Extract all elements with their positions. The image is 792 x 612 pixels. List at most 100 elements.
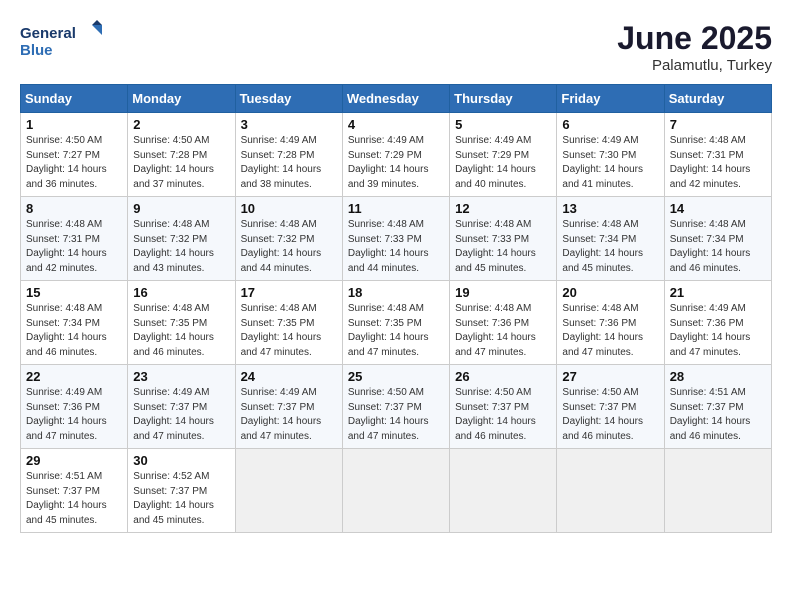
calendar-cell: 27 Sunrise: 4:50 AM Sunset: 7:37 PM Dayl… — [557, 365, 664, 449]
day-info: Sunrise: 4:48 AM Sunset: 7:35 PM Dayligh… — [348, 302, 444, 360]
day-info: Sunrise: 4:49 AM Sunset: 7:29 PM Dayligh… — [348, 134, 444, 192]
day-info: Sunrise: 4:48 AM Sunset: 7:35 PM Dayligh… — [133, 302, 229, 360]
day-number: 22 — [26, 369, 122, 384]
day-info: Sunrise: 4:48 AM Sunset: 7:34 PM Dayligh… — [562, 218, 658, 276]
day-info: Sunrise: 4:50 AM Sunset: 7:37 PM Dayligh… — [562, 386, 658, 444]
calendar-cell: 22 Sunrise: 4:49 AM Sunset: 7:36 PM Dayl… — [21, 365, 128, 449]
day-number: 1 — [26, 117, 122, 132]
day-info: Sunrise: 4:51 AM Sunset: 7:37 PM Dayligh… — [26, 470, 122, 528]
calendar-cell: 4 Sunrise: 4:49 AM Sunset: 7:29 PM Dayli… — [342, 113, 449, 197]
calendar-cell — [235, 449, 342, 533]
day-info: Sunrise: 4:48 AM Sunset: 7:36 PM Dayligh… — [562, 302, 658, 360]
day-header: Tuesday — [235, 85, 342, 113]
day-number: 26 — [455, 369, 551, 384]
day-number: 11 — [348, 201, 444, 216]
day-number: 6 — [562, 117, 658, 132]
day-header: Wednesday — [342, 85, 449, 113]
calendar-cell: 14 Sunrise: 4:48 AM Sunset: 7:34 PM Dayl… — [664, 197, 771, 281]
day-number: 4 — [348, 117, 444, 132]
calendar-cell: 19 Sunrise: 4:48 AM Sunset: 7:36 PM Dayl… — [450, 281, 557, 365]
calendar-cell: 20 Sunrise: 4:48 AM Sunset: 7:36 PM Dayl… — [557, 281, 664, 365]
day-header: Friday — [557, 85, 664, 113]
location-subtitle: Palamutlu, Turkey — [617, 57, 772, 74]
calendar-cell — [342, 449, 449, 533]
day-number: 29 — [26, 453, 122, 468]
day-info: Sunrise: 4:49 AM Sunset: 7:28 PM Dayligh… — [241, 134, 337, 192]
calendar-table: SundayMondayTuesdayWednesdayThursdayFrid… — [20, 84, 772, 533]
calendar-cell: 7 Sunrise: 4:48 AM Sunset: 7:31 PM Dayli… — [664, 113, 771, 197]
calendar-cell: 29 Sunrise: 4:51 AM Sunset: 7:37 PM Dayl… — [21, 449, 128, 533]
day-number: 8 — [26, 201, 122, 216]
day-info: Sunrise: 4:48 AM Sunset: 7:35 PM Dayligh… — [241, 302, 337, 360]
calendar-cell: 16 Sunrise: 4:48 AM Sunset: 7:35 PM Dayl… — [128, 281, 235, 365]
day-header: Saturday — [664, 85, 771, 113]
calendar-cell: 24 Sunrise: 4:49 AM Sunset: 7:37 PM Dayl… — [235, 365, 342, 449]
calendar-cell: 1 Sunrise: 4:50 AM Sunset: 7:27 PM Dayli… — [21, 113, 128, 197]
day-header: Sunday — [21, 85, 128, 113]
day-info: Sunrise: 4:50 AM Sunset: 7:28 PM Dayligh… — [133, 134, 229, 192]
day-info: Sunrise: 4:48 AM Sunset: 7:33 PM Dayligh… — [348, 218, 444, 276]
day-info: Sunrise: 4:50 AM Sunset: 7:37 PM Dayligh… — [455, 386, 551, 444]
calendar-cell: 25 Sunrise: 4:50 AM Sunset: 7:37 PM Dayl… — [342, 365, 449, 449]
day-number: 20 — [562, 285, 658, 300]
logo-svg: General Blue — [20, 20, 110, 65]
calendar-cell: 11 Sunrise: 4:48 AM Sunset: 7:33 PM Dayl… — [342, 197, 449, 281]
calendar-cell: 18 Sunrise: 4:48 AM Sunset: 7:35 PM Dayl… — [342, 281, 449, 365]
day-info: Sunrise: 4:48 AM Sunset: 7:34 PM Dayligh… — [670, 218, 766, 276]
day-info: Sunrise: 4:49 AM Sunset: 7:29 PM Dayligh… — [455, 134, 551, 192]
svg-text:Blue: Blue — [20, 42, 53, 59]
logo: General Blue — [20, 20, 110, 65]
calendar-cell: 2 Sunrise: 4:50 AM Sunset: 7:28 PM Dayli… — [128, 113, 235, 197]
day-info: Sunrise: 4:48 AM Sunset: 7:31 PM Dayligh… — [670, 134, 766, 192]
day-number: 10 — [241, 201, 337, 216]
calendar-cell: 28 Sunrise: 4:51 AM Sunset: 7:37 PM Dayl… — [664, 365, 771, 449]
day-header: Monday — [128, 85, 235, 113]
day-info: Sunrise: 4:49 AM Sunset: 7:37 PM Dayligh… — [133, 386, 229, 444]
day-number: 14 — [670, 201, 766, 216]
month-title: June 2025 — [617, 20, 772, 57]
day-number: 21 — [670, 285, 766, 300]
day-info: Sunrise: 4:51 AM Sunset: 7:37 PM Dayligh… — [670, 386, 766, 444]
calendar-cell: 23 Sunrise: 4:49 AM Sunset: 7:37 PM Dayl… — [128, 365, 235, 449]
calendar-cell: 21 Sunrise: 4:49 AM Sunset: 7:36 PM Dayl… — [664, 281, 771, 365]
page-header: General Blue June 2025 Palamutlu, Turkey — [20, 20, 772, 74]
calendar-cell — [557, 449, 664, 533]
day-number: 12 — [455, 201, 551, 216]
calendar-cell — [450, 449, 557, 533]
calendar-cell: 3 Sunrise: 4:49 AM Sunset: 7:28 PM Dayli… — [235, 113, 342, 197]
day-header: Thursday — [450, 85, 557, 113]
calendar-cell: 17 Sunrise: 4:48 AM Sunset: 7:35 PM Dayl… — [235, 281, 342, 365]
day-number: 28 — [670, 369, 766, 384]
day-number: 5 — [455, 117, 551, 132]
day-info: Sunrise: 4:50 AM Sunset: 7:37 PM Dayligh… — [348, 386, 444, 444]
day-number: 23 — [133, 369, 229, 384]
svg-text:General: General — [20, 25, 76, 42]
calendar-cell: 26 Sunrise: 4:50 AM Sunset: 7:37 PM Dayl… — [450, 365, 557, 449]
day-info: Sunrise: 4:48 AM Sunset: 7:32 PM Dayligh… — [241, 218, 337, 276]
day-info: Sunrise: 4:48 AM Sunset: 7:36 PM Dayligh… — [455, 302, 551, 360]
title-block: June 2025 Palamutlu, Turkey — [617, 20, 772, 74]
day-number: 7 — [670, 117, 766, 132]
day-number: 16 — [133, 285, 229, 300]
day-number: 15 — [26, 285, 122, 300]
calendar-cell: 13 Sunrise: 4:48 AM Sunset: 7:34 PM Dayl… — [557, 197, 664, 281]
calendar-cell: 30 Sunrise: 4:52 AM Sunset: 7:37 PM Dayl… — [128, 449, 235, 533]
calendar-cell: 6 Sunrise: 4:49 AM Sunset: 7:30 PM Dayli… — [557, 113, 664, 197]
day-info: Sunrise: 4:49 AM Sunset: 7:36 PM Dayligh… — [26, 386, 122, 444]
calendar-cell — [664, 449, 771, 533]
day-number: 9 — [133, 201, 229, 216]
calendar-cell: 15 Sunrise: 4:48 AM Sunset: 7:34 PM Dayl… — [21, 281, 128, 365]
day-number: 27 — [562, 369, 658, 384]
day-info: Sunrise: 4:48 AM Sunset: 7:31 PM Dayligh… — [26, 218, 122, 276]
day-info: Sunrise: 4:49 AM Sunset: 7:36 PM Dayligh… — [670, 302, 766, 360]
day-info: Sunrise: 4:49 AM Sunset: 7:30 PM Dayligh… — [562, 134, 658, 192]
day-info: Sunrise: 4:49 AM Sunset: 7:37 PM Dayligh… — [241, 386, 337, 444]
day-number: 25 — [348, 369, 444, 384]
day-number: 17 — [241, 285, 337, 300]
day-info: Sunrise: 4:48 AM Sunset: 7:34 PM Dayligh… — [26, 302, 122, 360]
day-info: Sunrise: 4:52 AM Sunset: 7:37 PM Dayligh… — [133, 470, 229, 528]
day-number: 18 — [348, 285, 444, 300]
day-number: 2 — [133, 117, 229, 132]
day-info: Sunrise: 4:48 AM Sunset: 7:33 PM Dayligh… — [455, 218, 551, 276]
calendar-cell: 12 Sunrise: 4:48 AM Sunset: 7:33 PM Dayl… — [450, 197, 557, 281]
